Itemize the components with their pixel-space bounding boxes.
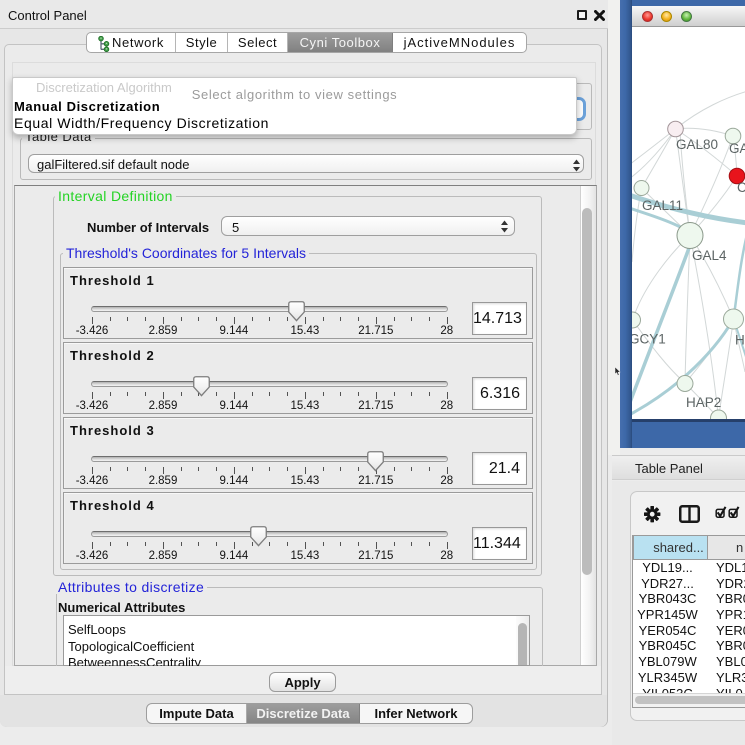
svg-text:GAL80: GAL80 [676, 137, 718, 152]
svg-text:HAP2: HAP2 [686, 395, 721, 410]
svg-text:H: H [735, 333, 745, 348]
svg-text:GCY1: GCY1 [632, 332, 666, 347]
svg-text:GAL11: GAL11 [642, 198, 683, 213]
svg-text:GA: GA [729, 141, 745, 156]
svg-text:C: C [737, 180, 745, 195]
svg-text:GAL4: GAL4 [692, 248, 727, 263]
